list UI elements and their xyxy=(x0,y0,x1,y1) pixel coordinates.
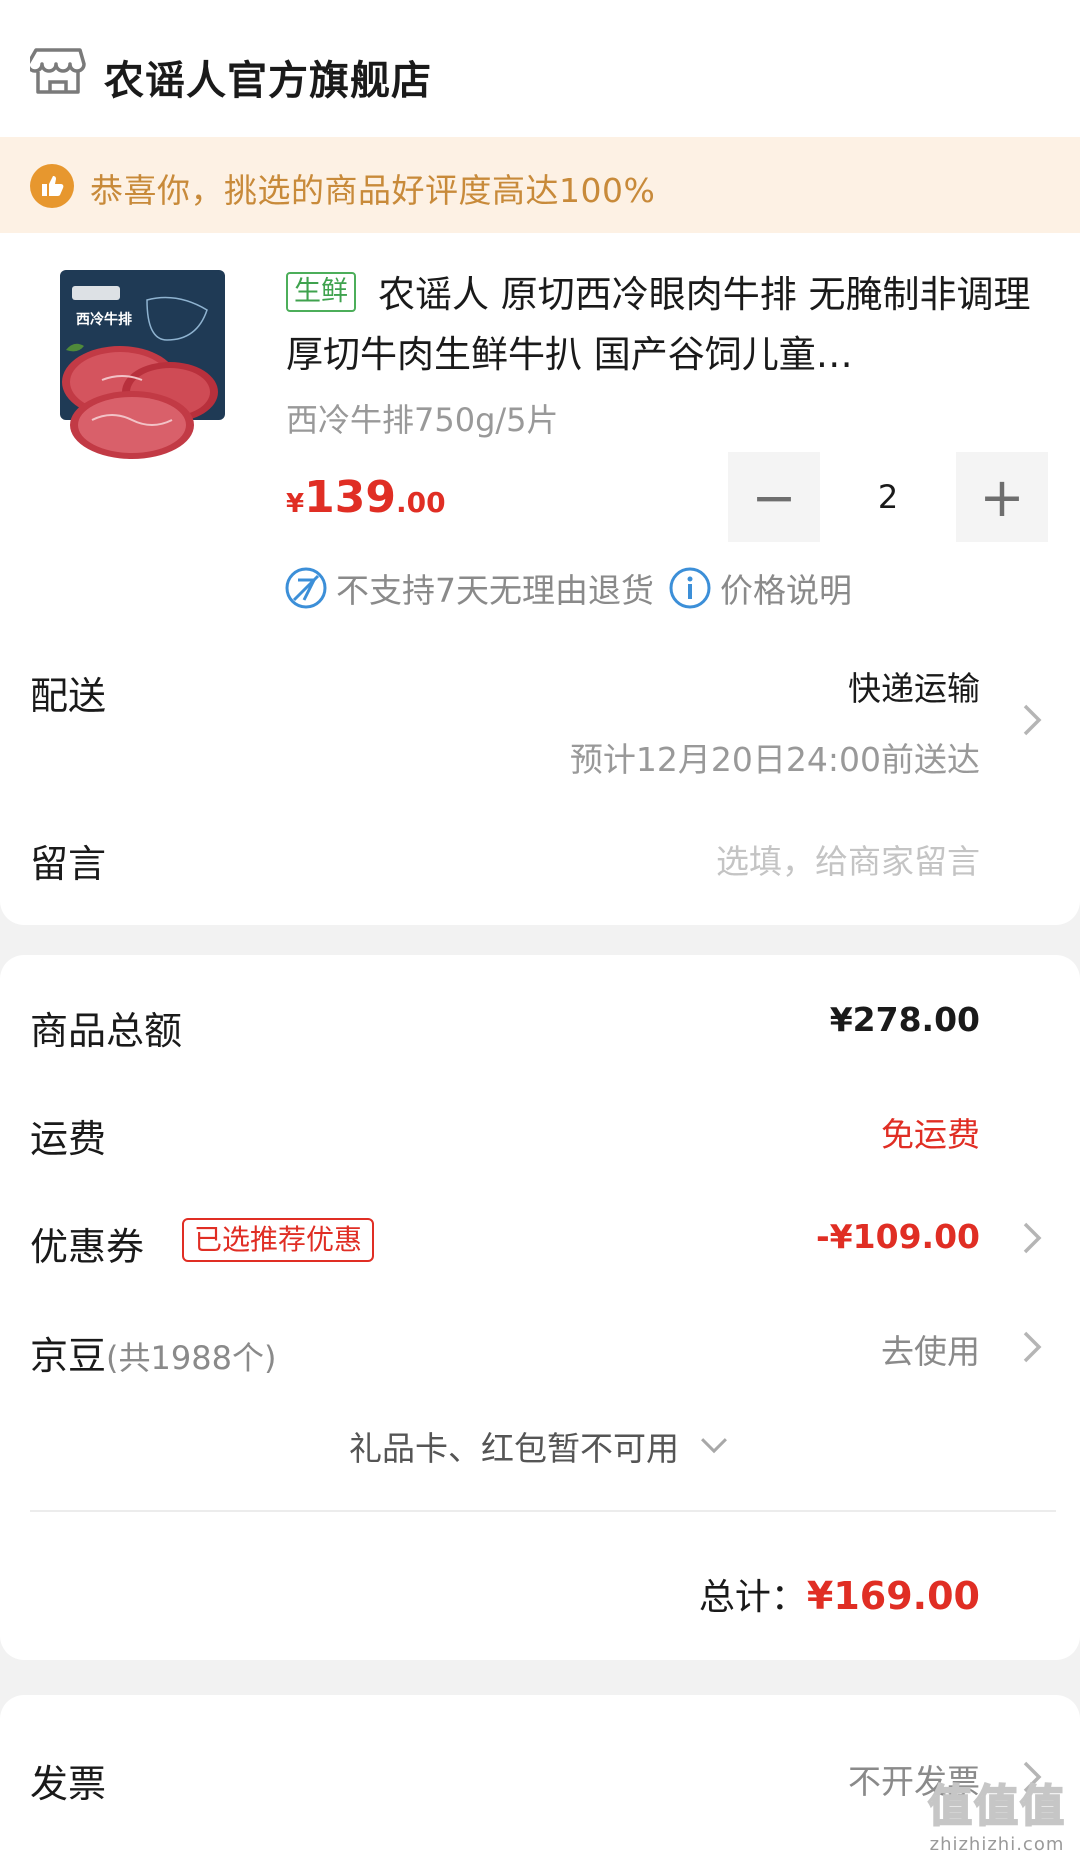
delivery-chevron-right-icon[interactable] xyxy=(1018,700,1046,740)
jd-beans-use-button[interactable]: 去使用 xyxy=(881,1325,980,1373)
total-label: 总计： xyxy=(698,1577,807,1618)
coupon-value[interactable]: -¥109.00 xyxy=(816,1217,980,1256)
giftcard-text: 礼品卡、红包暂不可用 xyxy=(349,1429,679,1468)
price-integer: 139 xyxy=(304,472,396,523)
divider xyxy=(30,1510,1056,1512)
delivery-method[interactable]: 快递运输 xyxy=(848,662,980,710)
store-order-card: 农谣人官方旗舰店 恭喜你，挑选的商品好评度高达100% 西冷牛排 生鲜 农谣人 … xyxy=(0,0,1080,925)
goods-total-label: 商品总额 xyxy=(30,1009,183,1053)
thumbs-up-icon xyxy=(30,164,74,208)
product-image[interactable]: 西冷牛排 xyxy=(52,270,232,480)
product-notices: 不支持7天无理由退货 价格说明 xyxy=(284,565,866,611)
message-input[interactable]: 选填，给商家留言 xyxy=(716,835,980,883)
decrease-quantity-button[interactable]: − xyxy=(728,452,820,542)
product-price: ¥139.00 xyxy=(286,472,446,523)
price-decimal: .00 xyxy=(395,486,446,519)
watermark-url: zhizhizhi.com xyxy=(929,1834,1065,1855)
invoice-card[interactable]: 发票 不开发票 xyxy=(0,1695,1080,1855)
message-label: 留言 xyxy=(30,842,107,886)
price-currency: ¥ xyxy=(286,489,305,519)
praise-text: 恭喜你，挑选的商品好评度高达100% xyxy=(90,171,656,210)
giftcard-toggle[interactable]: 礼品卡、红包暂不可用 xyxy=(0,1422,1080,1470)
jd-beans-row-label: 京豆(共1988个) xyxy=(30,1325,276,1380)
total-value: ¥169.00 xyxy=(806,1574,980,1618)
goods-total-value: ¥278.00 xyxy=(829,1000,980,1039)
jd-beans-count: (共1988个) xyxy=(106,1339,277,1377)
chevron-down-icon xyxy=(701,1438,727,1454)
svg-text:西冷牛排: 西冷牛排 xyxy=(76,311,132,327)
quantity-stepper: − 2 + xyxy=(728,452,1048,542)
quantity-value[interactable]: 2 xyxy=(828,452,948,542)
praise-banner: 恭喜你，挑选的商品好评度高达100% xyxy=(0,137,1080,233)
jd-beans-label: 京豆 xyxy=(30,1334,107,1378)
store-name[interactable]: 农谣人官方旗舰店 xyxy=(104,48,432,106)
info-icon[interactable] xyxy=(668,566,712,610)
delivery-eta: 预计12月20日24:00前送达 xyxy=(569,740,980,779)
site-watermark: 值值值 zhizhizhi.com xyxy=(927,1770,1066,1855)
coupon-chevron-right-icon[interactable] xyxy=(1018,1218,1046,1258)
jd-beans-chevron-right-icon[interactable] xyxy=(1018,1327,1046,1367)
shipping-label: 运费 xyxy=(30,1117,107,1161)
price-info-link[interactable]: 价格说明 xyxy=(720,564,852,612)
invoice-label: 发票 xyxy=(30,1762,107,1806)
product-spec[interactable]: 西冷牛排750g/5片 xyxy=(286,395,559,441)
store-icon xyxy=(30,48,86,94)
order-total: 总计： ¥169.00 xyxy=(699,1568,980,1620)
watermark-logo: 值值值 xyxy=(927,1780,1066,1833)
coupon-badge: 已选推荐优惠 xyxy=(182,1218,375,1262)
coupon-label: 优惠券 xyxy=(30,1225,145,1269)
product-title[interactable]: 农谣人 原切西冷眼肉牛排 无腌制非调理厚切牛肉生鲜牛扒 国产谷饲儿童… xyxy=(286,265,1038,385)
no-return-text: 不支持7天无理由退货 xyxy=(336,571,654,610)
price-summary-card: 商品总额 ¥278.00 运费 免运费 优惠券 已选推荐优惠 -¥109.00 … xyxy=(0,955,1080,1660)
increase-quantity-button[interactable]: + xyxy=(956,452,1048,542)
no-return-icon xyxy=(285,567,327,609)
delivery-label: 配送 xyxy=(30,674,107,718)
shipping-value: 免运费 xyxy=(881,1115,980,1154)
